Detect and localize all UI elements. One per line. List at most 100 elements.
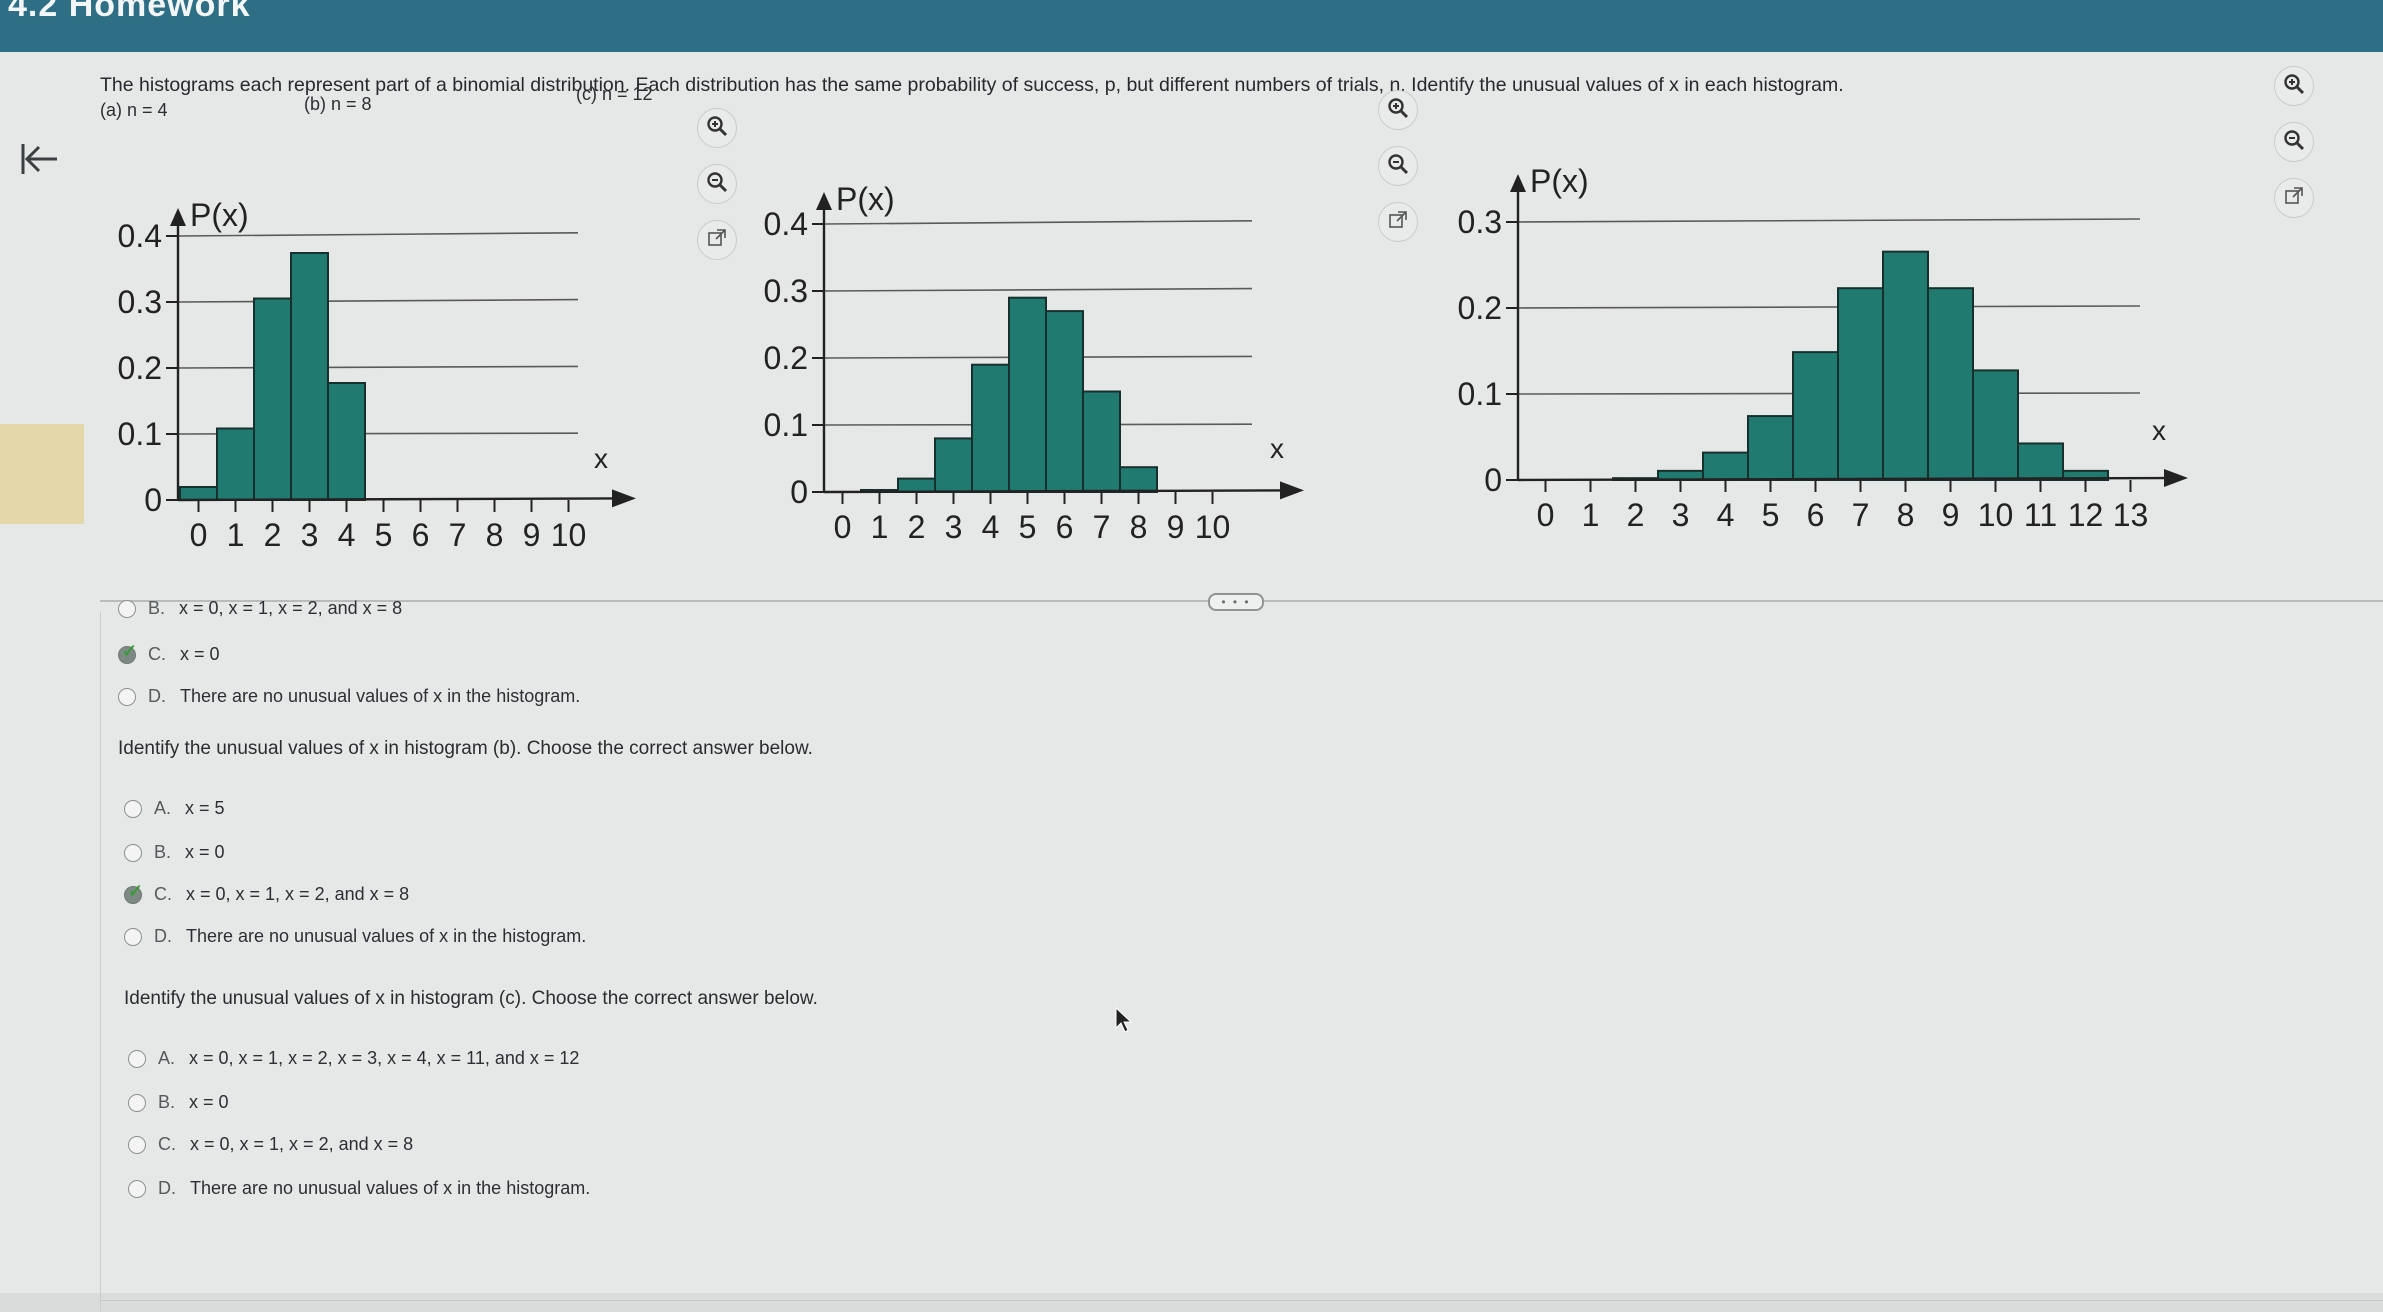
- y-tick-label: 0.1: [764, 407, 808, 443]
- option-letter: A.: [154, 798, 172, 818]
- option-text: x = 5: [185, 798, 225, 818]
- y-axis-arrow: [1510, 174, 1526, 192]
- left-border: [100, 612, 101, 1312]
- zoom-in-icon: [2283, 73, 2305, 100]
- gridline: [177, 298, 579, 303]
- option-c-B[interactable]: B. x = 0: [128, 1092, 229, 1113]
- x-tick-label: 5: [1762, 497, 1780, 528]
- open-external-button-a[interactable]: [697, 220, 737, 260]
- option-b-C[interactable]: ✓ C. x = 0, x = 1, x = 2, and x = 8: [124, 881, 410, 905]
- radio-button[interactable]: [124, 799, 142, 818]
- x-tick-label: 3: [945, 509, 963, 545]
- zoom-in-button-c[interactable]: [2274, 66, 2314, 106]
- x-tick-label: 1: [227, 517, 245, 553]
- back-arrow-icon[interactable]: [14, 136, 64, 182]
- external-link-icon: [2284, 186, 2304, 211]
- radio-button[interactable]: [128, 1049, 146, 1068]
- option-a-B[interactable]: B. x = 0, x = 1, x = 2, and x = 8: [118, 598, 402, 619]
- radio-button[interactable]: [124, 927, 142, 946]
- expand-handle[interactable]: • • •: [1208, 593, 1264, 611]
- x-tick-label: 7: [1093, 509, 1111, 545]
- x-tick-label: 4: [1717, 497, 1735, 528]
- option-letter: B.: [154, 842, 172, 862]
- zoom-in-icon: [1387, 97, 1409, 124]
- zoom-out-button-c[interactable]: [2274, 122, 2314, 162]
- zoom-out-button-b[interactable]: [1378, 146, 1418, 186]
- histogram-b: P(x) x 0 0.1 0.2 0.3 0.4 0 1 2 3 4 5 6 7 8 9 10: [750, 108, 1330, 553]
- top-bar: 4.2 Homework: [0, 0, 2383, 52]
- x-axis-arrow: [1280, 481, 1304, 500]
- x-tick-label: 2: [1627, 497, 1645, 528]
- x-tick-label: 8: [1130, 509, 1148, 545]
- y-tick-label: 0.3: [118, 284, 162, 320]
- y-axis-arrow: [816, 192, 832, 210]
- option-letter: C.: [154, 884, 172, 904]
- external-link-icon: [1388, 210, 1408, 235]
- option-text: x = 0: [180, 644, 220, 664]
- option-b-B[interactable]: B. x = 0: [124, 842, 225, 863]
- histogram-bar: [1119, 466, 1158, 493]
- option-letter: A.: [158, 1048, 176, 1068]
- histogram-bar: [1747, 415, 1794, 482]
- option-c-D[interactable]: D. There are no unusual values of x in t…: [128, 1178, 590, 1199]
- label-c: (c) n = 12: [576, 84, 653, 104]
- open-external-button-b[interactable]: [1378, 202, 1418, 242]
- x-tick-label: 2: [264, 517, 282, 553]
- radio-button-selected[interactable]: ✓: [118, 641, 137, 664]
- option-a-D[interactable]: D. There are no unusual values of x in t…: [118, 686, 580, 707]
- x-tick-label: 3: [301, 517, 319, 553]
- radio-button[interactable]: [128, 1179, 146, 1198]
- y-axis-arrow: [170, 208, 186, 226]
- bottom-divider: [100, 1300, 2383, 1301]
- radio-button[interactable]: [124, 843, 142, 862]
- y-tick-label: 0.1: [118, 416, 162, 452]
- option-letter: C.: [158, 1134, 176, 1154]
- radio-button[interactable]: [118, 687, 136, 706]
- option-letter: C.: [148, 644, 166, 664]
- histogram-bar: [1837, 287, 1884, 481]
- radio-button[interactable]: [128, 1093, 146, 1112]
- zoom-in-button-a[interactable]: [697, 108, 737, 148]
- x-tick-label: 4: [982, 509, 1000, 545]
- y-axis-label: P(x): [190, 197, 249, 233]
- zoom-out-icon: [2283, 129, 2305, 156]
- histogram-bar: [934, 437, 973, 493]
- histogram-bar: [1008, 296, 1047, 493]
- zoom-out-icon: [1387, 153, 1409, 180]
- option-letter: B.: [158, 1092, 176, 1112]
- radio-button[interactable]: [118, 599, 136, 618]
- radio-button-selected[interactable]: ✓: [124, 881, 143, 904]
- zoom-in-button-b[interactable]: [1378, 90, 1418, 130]
- histogram-a: P(x) x 0 0.1 0.2 0.3 0.4 0 1 2 3 4 5 6 7 8 9 10: [100, 128, 660, 573]
- zoom-out-button-a[interactable]: [697, 164, 737, 204]
- option-text: x = 0, x = 1, x = 2, and x = 8: [186, 884, 410, 904]
- zoom-in-icon: [706, 115, 728, 142]
- x-tick-label: 2: [908, 509, 926, 545]
- histogram-bar: [327, 382, 366, 501]
- label-a: (a) n = 4: [100, 100, 168, 120]
- option-text: There are no unusual values of x in the …: [190, 1178, 591, 1198]
- x-tick-label: 7: [1852, 497, 1870, 528]
- x-tick-label: 0: [1537, 497, 1555, 528]
- x-axis-arrow: [612, 489, 636, 508]
- option-letter: D.: [148, 686, 166, 706]
- option-b-D[interactable]: D. There are no unusual values of x in t…: [124, 926, 586, 947]
- option-c-A[interactable]: A. x = 0, x = 1, x = 2, x = 3, x = 4, x …: [128, 1048, 579, 1069]
- x-axis-label: x: [594, 443, 608, 474]
- open-external-button-c[interactable]: [2274, 178, 2314, 218]
- histogram-bar: [897, 477, 936, 494]
- y-tick-label: 0.4: [764, 206, 808, 242]
- option-c-C[interactable]: C. x = 0, x = 1, x = 2, and x = 8: [128, 1134, 413, 1155]
- x-axis: [823, 489, 1285, 494]
- y-tick-label: 0.4: [118, 218, 162, 254]
- y-tick-label: 0.2: [118, 350, 162, 386]
- option-letter: D.: [154, 926, 172, 946]
- x-tick-label: 10: [551, 517, 587, 553]
- option-b-A[interactable]: A. x = 5: [124, 798, 225, 819]
- x-axis: [177, 497, 617, 502]
- x-tick-label: 12: [2068, 497, 2104, 528]
- y-axis-label: P(x): [836, 181, 895, 217]
- option-a-C[interactable]: ✓ C. x = 0: [118, 641, 220, 665]
- radio-button[interactable]: [128, 1135, 146, 1154]
- x-axis-arrow: [2164, 469, 2188, 487]
